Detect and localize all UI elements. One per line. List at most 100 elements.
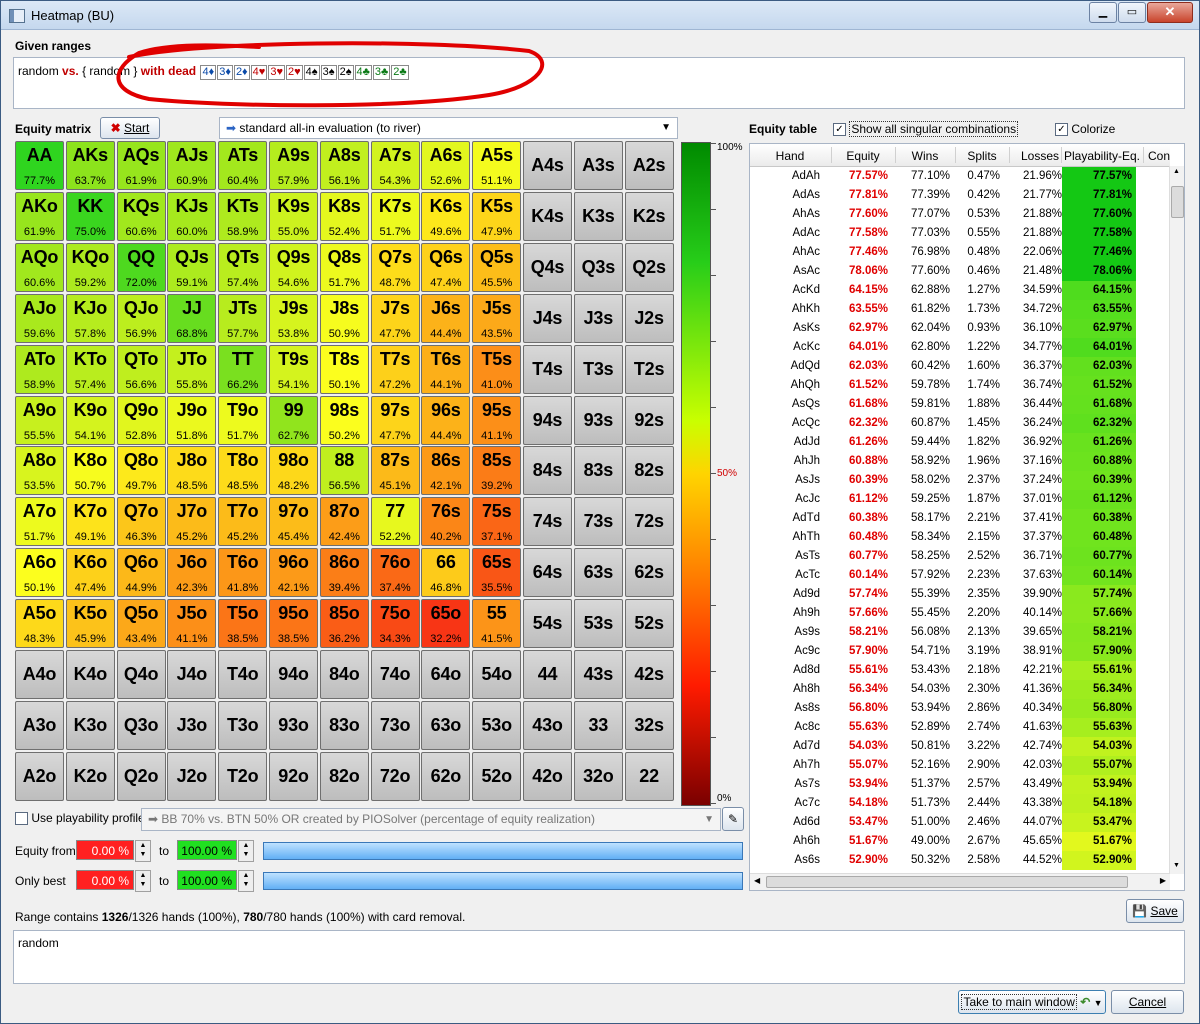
- matrix-cell[interactable]: 62o: [421, 751, 471, 801]
- matrix-cell[interactable]: 43s: [573, 650, 623, 699]
- equity-from-max-input[interactable]: 100.00 %: [177, 840, 237, 860]
- matrix-cell[interactable]: Q4o: [116, 650, 166, 699]
- matrix-cell[interactable]: 83o: [319, 700, 369, 750]
- matrix-cell[interactable]: T5s 41.0%: [472, 344, 522, 394]
- matrix-cell[interactable]: K8o 50.7%: [65, 446, 115, 496]
- table-row[interactable]: AsJs 60.39% 58.02% 2.37% 37.24% 60.39%: [750, 471, 1170, 490]
- matrix-cell[interactable]: T6o 41.8%: [218, 548, 268, 598]
- matrix-cell[interactable]: QTo 56.6%: [116, 344, 166, 394]
- matrix-cell[interactable]: 73o: [370, 700, 420, 750]
- matrix-cell[interactable]: A7s 54.3%: [370, 141, 420, 190]
- table-row[interactable]: AdAc 77.58% 77.03% 0.55% 21.88% 77.58%: [750, 224, 1170, 243]
- table-row[interactable]: AdJd 61.26% 59.44% 1.82% 36.92% 61.26%: [750, 433, 1170, 452]
- matrix-cell[interactable]: 42s: [624, 650, 674, 699]
- matrix-cell[interactable]: J7o 45.2%: [167, 497, 217, 547]
- colorize-checkbox[interactable]: ✓ Colorize: [1055, 122, 1115, 137]
- matrix-cell[interactable]: QJs 59.1%: [167, 242, 217, 292]
- matrix-cell[interactable]: Q3o: [116, 700, 166, 750]
- matrix-cell[interactable]: 72s: [624, 497, 674, 547]
- close-button[interactable]: ✕: [1147, 2, 1193, 23]
- matrix-cell[interactable]: Q6s 47.4%: [421, 242, 471, 292]
- table-row[interactable]: Ac7c 54.18% 51.73% 2.44% 43.38% 54.18%: [750, 794, 1170, 813]
- table-row[interactable]: AhTh 60.48% 58.34% 2.15% 37.37% 60.48%: [750, 528, 1170, 547]
- take-to-main-window-button[interactable]: Take to main window ↶ ▼: [958, 990, 1106, 1014]
- table-row[interactable]: Ah6h 51.67% 49.00% 2.67% 45.65% 51.67%: [750, 832, 1170, 851]
- matrix-cell[interactable]: 66 46.8%: [421, 548, 471, 598]
- matrix-cell[interactable]: A5o 48.3%: [15, 599, 64, 649]
- equity-from-min-input[interactable]: 0.00 %: [76, 840, 134, 860]
- matrix-cell[interactable]: 99 62.7%: [269, 395, 318, 445]
- matrix-cell[interactable]: JTo 55.8%: [167, 344, 217, 394]
- given-ranges-box[interactable]: random vs. { random } with dead 4♦ 3♦ 2♦ 4♥…: [13, 57, 1185, 109]
- matrix-cell[interactable]: AQo 60.6%: [15, 242, 64, 292]
- table-row[interactable]: AhAs 77.60% 77.07% 0.53% 21.88% 77.60%: [750, 205, 1170, 224]
- matrix-cell[interactable]: 63s: [573, 548, 623, 598]
- matrix-cell[interactable]: Q2o: [116, 751, 166, 801]
- matrix-cell[interactable]: 52o: [472, 751, 522, 801]
- table-row[interactable]: AdAs 77.81% 77.39% 0.42% 21.77% 77.81%: [750, 186, 1170, 205]
- matrix-cell[interactable]: AJs 60.9%: [167, 141, 217, 190]
- matrix-cell[interactable]: T3s: [573, 344, 623, 394]
- matrix-cell[interactable]: 93s: [573, 395, 623, 445]
- matrix-cell[interactable]: J4s: [523, 293, 572, 343]
- matrix-cell[interactable]: 44: [523, 650, 572, 699]
- matrix-cell[interactable]: 88 56.5%: [319, 446, 369, 496]
- matrix-cell[interactable]: 96s 44.4%: [421, 395, 471, 445]
- table-row[interactable]: Ad9d 57.74% 55.39% 2.35% 39.90% 57.74%: [750, 585, 1170, 604]
- save-button[interactable]: 💾 Save: [1126, 899, 1184, 923]
- matrix-cell[interactable]: T8o 48.5%: [218, 446, 268, 496]
- table-row[interactable]: AsQs 61.68% 59.81% 1.88% 36.44% 61.68%: [750, 395, 1170, 414]
- matrix-cell[interactable]: A4s: [523, 141, 572, 190]
- table-row[interactable]: AdQd 62.03% 60.42% 1.60% 36.37% 62.03%: [750, 357, 1170, 376]
- matrix-cell[interactable]: KJo 57.8%: [65, 293, 115, 343]
- matrix-cell[interactable]: 97o 45.4%: [269, 497, 318, 547]
- matrix-cell[interactable]: K3o: [65, 700, 115, 750]
- matrix-cell[interactable]: Q2s: [624, 242, 674, 292]
- matrix-cell[interactable]: 86o 39.4%: [319, 548, 369, 598]
- matrix-cell[interactable]: KQs 60.6%: [116, 191, 166, 241]
- matrix-cell[interactable]: Q9o 52.8%: [116, 395, 166, 445]
- matrix-cell[interactable]: KQo 59.2%: [65, 242, 115, 292]
- table-horizontal-scrollbar[interactable]: ◀ ▶: [750, 873, 1170, 890]
- matrix-cell[interactable]: AQs 61.9%: [116, 141, 166, 190]
- scroll-thumb[interactable]: [1171, 186, 1184, 218]
- table-row[interactable]: As8s 56.80% 53.94% 2.86% 40.34% 56.80%: [750, 699, 1170, 718]
- matrix-cell[interactable]: A8s 56.1%: [319, 141, 369, 190]
- matrix-cell[interactable]: 53s: [573, 599, 623, 649]
- matrix-cell[interactable]: 94s: [523, 395, 572, 445]
- matrix-cell[interactable]: 72o: [370, 751, 420, 801]
- matrix-cell[interactable]: Q4s: [523, 242, 572, 292]
- table-row[interactable]: Ac9c 57.90% 54.71% 3.19% 38.91% 57.90%: [750, 642, 1170, 661]
- table-row[interactable]: AcKc 64.01% 62.80% 1.22% 34.77% 64.01%: [750, 338, 1170, 357]
- matrix-cell[interactable]: K2s: [624, 191, 674, 241]
- matrix-cell[interactable]: J5o 41.1%: [167, 599, 217, 649]
- matrix-cell[interactable]: ATs 60.4%: [218, 141, 268, 190]
- matrix-cell[interactable]: 54s: [523, 599, 572, 649]
- minimize-button[interactable]: ▁: [1089, 2, 1117, 23]
- matrix-cell[interactable]: T8s 50.1%: [319, 344, 369, 394]
- table-row[interactable]: Ah7h 55.07% 52.16% 2.90% 42.03% 55.07%: [750, 756, 1170, 775]
- matrix-cell[interactable]: T7s 47.2%: [370, 344, 420, 394]
- matrix-cell[interactable]: T3o: [218, 700, 268, 750]
- maximize-button[interactable]: ▭: [1118, 2, 1146, 23]
- matrix-cell[interactable]: AKs 63.7%: [65, 141, 115, 190]
- column-header[interactable]: Equity: [832, 149, 894, 163]
- matrix-cell[interactable]: A8o 53.5%: [15, 446, 64, 496]
- matrix-cell[interactable]: 95s 41.1%: [472, 395, 522, 445]
- matrix-cell[interactable]: T4o: [218, 650, 268, 699]
- matrix-cell[interactable]: 85o 36.2%: [319, 599, 369, 649]
- table-row[interactable]: Ah8h 56.34% 54.03% 2.30% 41.36% 56.34%: [750, 680, 1170, 699]
- matrix-cell[interactable]: 43o: [523, 700, 572, 750]
- matrix-cell[interactable]: 86s 42.1%: [421, 446, 471, 496]
- matrix-cell[interactable]: J3o: [167, 700, 217, 750]
- show-all-combinations-checkbox[interactable]: ✓ Show all singular combinations: [833, 121, 1019, 137]
- matrix-cell[interactable]: 83s: [573, 446, 623, 496]
- matrix-cell[interactable]: J6o 42.3%: [167, 548, 217, 598]
- matrix-cell[interactable]: 64s: [523, 548, 572, 598]
- table-row[interactable]: AcKd 64.15% 62.88% 1.27% 34.59% 64.15%: [750, 281, 1170, 300]
- only-best-range-slider[interactable]: [263, 872, 743, 890]
- matrix-cell[interactable]: 63o: [421, 700, 471, 750]
- matrix-cell[interactable]: T2s: [624, 344, 674, 394]
- matrix-cell[interactable]: A3o: [15, 700, 64, 750]
- matrix-cell[interactable]: A4o: [15, 650, 64, 699]
